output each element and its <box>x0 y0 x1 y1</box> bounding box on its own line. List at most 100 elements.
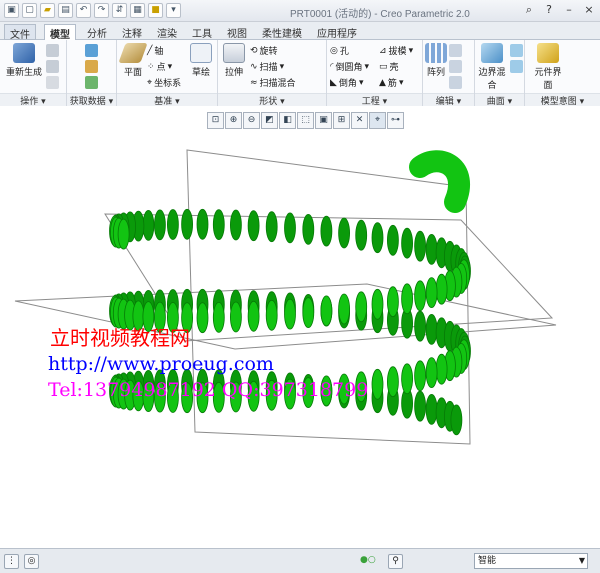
spring-coil-segment <box>302 297 315 329</box>
spring-coil-segment <box>153 209 166 241</box>
mirror-button[interactable] <box>449 44 462 57</box>
sketch-label: 草绘 <box>191 68 210 78</box>
axis-button[interactable]: ╱ 轴 <box>147 44 163 58</box>
plane-button[interactable]: 平面 <box>118 43 148 78</box>
component-interface-button[interactable]: 元件界面 <box>533 43 563 91</box>
boundary-blend-button[interactable]: 边界混合 <box>477 43 507 91</box>
fill-button[interactable] <box>510 44 523 57</box>
group-model-intent-label: 模型意图 ▾ <box>525 93 600 107</box>
close-window-icon[interactable]: ■ <box>148 3 163 18</box>
window-controls: ⌕ ? – × <box>522 3 596 17</box>
spring-coil-segment <box>414 360 427 392</box>
spring-coil-segment <box>229 301 242 333</box>
annotation-display-icon[interactable]: ✕ <box>351 112 368 129</box>
tab-annotate[interactable]: 注释 <box>117 24 147 40</box>
revolve-button[interactable]: ⟲ 旋转 <box>250 44 278 58</box>
spring-coil-segment <box>142 210 155 241</box>
tab-file[interactable]: 文件 <box>4 24 36 41</box>
swept-blend-button[interactable]: ≈ 扫描混合 <box>250 76 296 90</box>
display-style-icon[interactable]: ◧ <box>279 112 296 129</box>
extrude-button[interactable]: 拉伸 <box>221 43 247 78</box>
csys-button[interactable]: ⌖ 坐标系 <box>147 76 181 90</box>
spring-coil-segment <box>284 298 296 330</box>
tab-analysis[interactable]: 分析 <box>82 24 112 40</box>
user-defined-feature-button[interactable] <box>85 44 98 57</box>
hole-button[interactable]: ◎ 孔 <box>330 44 349 58</box>
regenerate-label: 重新生成 <box>5 68 42 78</box>
datum-display-icon[interactable]: ⊞ <box>333 112 350 129</box>
spring-coil-segment <box>265 211 278 243</box>
regenerate-button[interactable]: 重新生成 <box>4 43 44 78</box>
save-icon[interactable]: ▤ <box>58 3 73 18</box>
window-icon[interactable]: ▦ <box>130 3 145 18</box>
rib-button[interactable]: ▲ 筋 ▾ <box>379 76 403 90</box>
delete-button[interactable] <box>46 76 59 89</box>
search-icon[interactable]: ⌕ <box>522 3 536 17</box>
group-get-data-label: 获取数据 ▾ <box>67 93 116 107</box>
shell-icon: ▭ <box>379 61 388 72</box>
close-icon[interactable]: × <box>582 3 596 17</box>
paste-button[interactable] <box>46 60 59 73</box>
trim-icon <box>449 60 462 73</box>
view-manager-icon[interactable]: ▣ <box>315 112 332 129</box>
extrude-label: 拉伸 <box>224 68 243 78</box>
new-file-icon[interactable]: ▢ <box>22 3 37 18</box>
graphics-window[interactable]: ⊡ ⊕ ⊖ ◩ ◧ ⬚ ▣ ⊞ ✕ ⌖ ⊶ 立时视频教程网 http://www… <box>0 107 600 548</box>
spring-coil-segment <box>414 230 427 262</box>
copy-geometry-button[interactable] <box>85 60 98 73</box>
round-icon: ◜ <box>330 61 334 72</box>
pattern-button[interactable]: 阵列 <box>425 43 447 78</box>
hole-icon: ◎ <box>330 45 338 56</box>
refit-icon[interactable]: ⊡ <box>207 112 224 129</box>
tab-view[interactable]: 视图 <box>222 24 252 40</box>
sketch-button[interactable]: 草绘 <box>189 43 213 78</box>
spring-coil-segment <box>117 218 130 250</box>
copy-button[interactable] <box>46 44 59 57</box>
chamfer-button[interactable]: ◣ 倒角 ▾ <box>330 76 363 90</box>
tab-render[interactable]: 渲染 <box>152 24 182 40</box>
undo-icon[interactable]: ↶ <box>76 3 91 18</box>
round-button[interactable]: ◜ 倒圆角 ▾ <box>330 60 369 74</box>
axis-icon: ╱ <box>147 45 153 56</box>
spring-coil-segment <box>338 217 351 249</box>
style-button[interactable] <box>510 60 523 73</box>
app-icon[interactable]: ▣ <box>4 3 19 18</box>
customize-qat-icon[interactable]: ▾ <box>166 3 181 18</box>
shrinkwrap-button[interactable] <box>85 76 98 89</box>
ribbon-tab-bar: 文件 模型 分析 注释 渲染 工具 视图 柔性建模 应用程序 <box>0 22 600 41</box>
chevron-down-icon: ▼ <box>578 556 585 565</box>
sweep-button[interactable]: ∿ 扫描 ▾ <box>250 60 284 74</box>
boundary-blend-label: 边界混合 <box>478 68 506 91</box>
tab-flexible-modeling[interactable]: 柔性建模 <box>257 24 307 40</box>
repaint-icon[interactable]: ◩ <box>261 112 278 129</box>
group-operations-label: 操作 ▾ <box>0 93 66 107</box>
zoom-in-icon[interactable]: ⊕ <box>225 112 242 129</box>
trim-button[interactable] <box>449 60 462 73</box>
draft-button[interactable]: ⊿ 拔模 ▾ <box>379 44 413 58</box>
regenerate-icon[interactable]: ⇵ <box>112 3 127 18</box>
plane-icon <box>118 43 148 63</box>
open-folder-icon[interactable]: ▰ <box>40 3 55 18</box>
spring-coil-segment <box>284 212 296 244</box>
copy-geometry-icon <box>85 60 98 73</box>
redo-icon[interactable]: ↷ <box>94 3 109 18</box>
point-button[interactable]: ⁘ 点 ▾ <box>147 60 172 74</box>
minimize-icon[interactable]: – <box>562 3 576 17</box>
spin-center-icon[interactable]: ⌖ <box>369 112 386 129</box>
shell-button[interactable]: ▭ 壳 <box>379 60 399 74</box>
delete-icon <box>46 76 59 89</box>
browser-toggle-icon[interactable]: ◎ <box>24 554 39 569</box>
saved-orientations-icon[interactable]: ⬚ <box>297 112 314 129</box>
navigator-toggle-icon[interactable]: ⋮ <box>4 554 19 569</box>
selection-filter[interactable]: 智能 ▼ <box>474 553 588 569</box>
find-icon[interactable]: ⚲ <box>388 554 403 569</box>
zoom-out-icon[interactable]: ⊖ <box>243 112 260 129</box>
appearance-icon[interactable]: ⊶ <box>387 112 404 129</box>
tab-tools[interactable]: 工具 <box>187 24 217 40</box>
offset-button[interactable] <box>449 76 462 89</box>
help-icon[interactable]: ? <box>542 3 556 17</box>
tab-applications[interactable]: 应用程序 <box>312 24 362 40</box>
tab-model[interactable]: 模型 <box>44 24 76 41</box>
spring-coil-segment <box>247 210 260 242</box>
group-model-intent: 元件界面 模型意图 ▾ <box>525 40 600 107</box>
